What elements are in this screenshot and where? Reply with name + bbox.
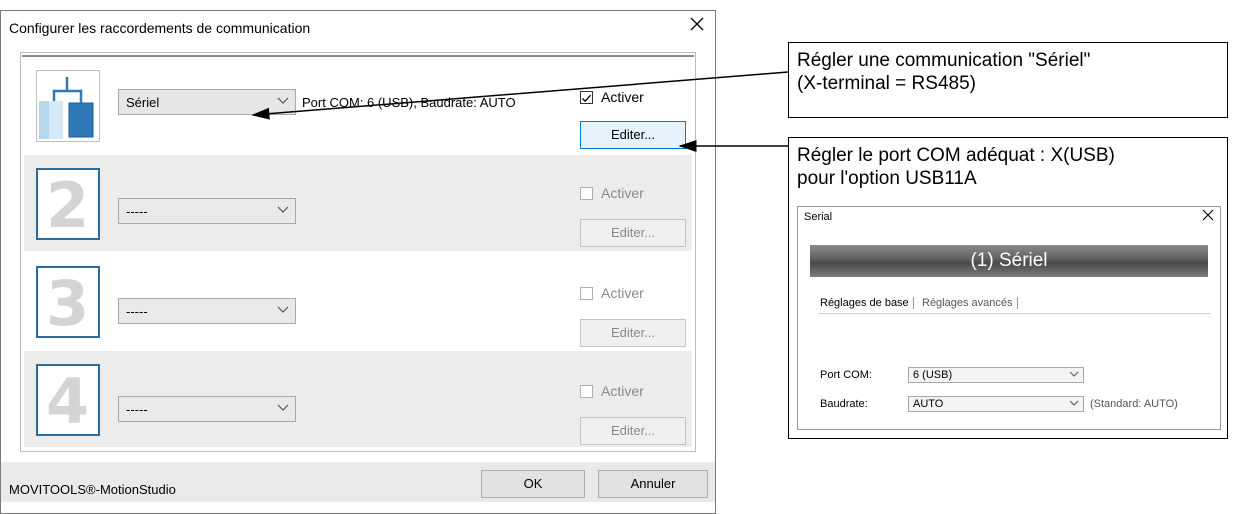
arrow-serial [251,71,789,120]
callout-arrows [251,71,789,152]
